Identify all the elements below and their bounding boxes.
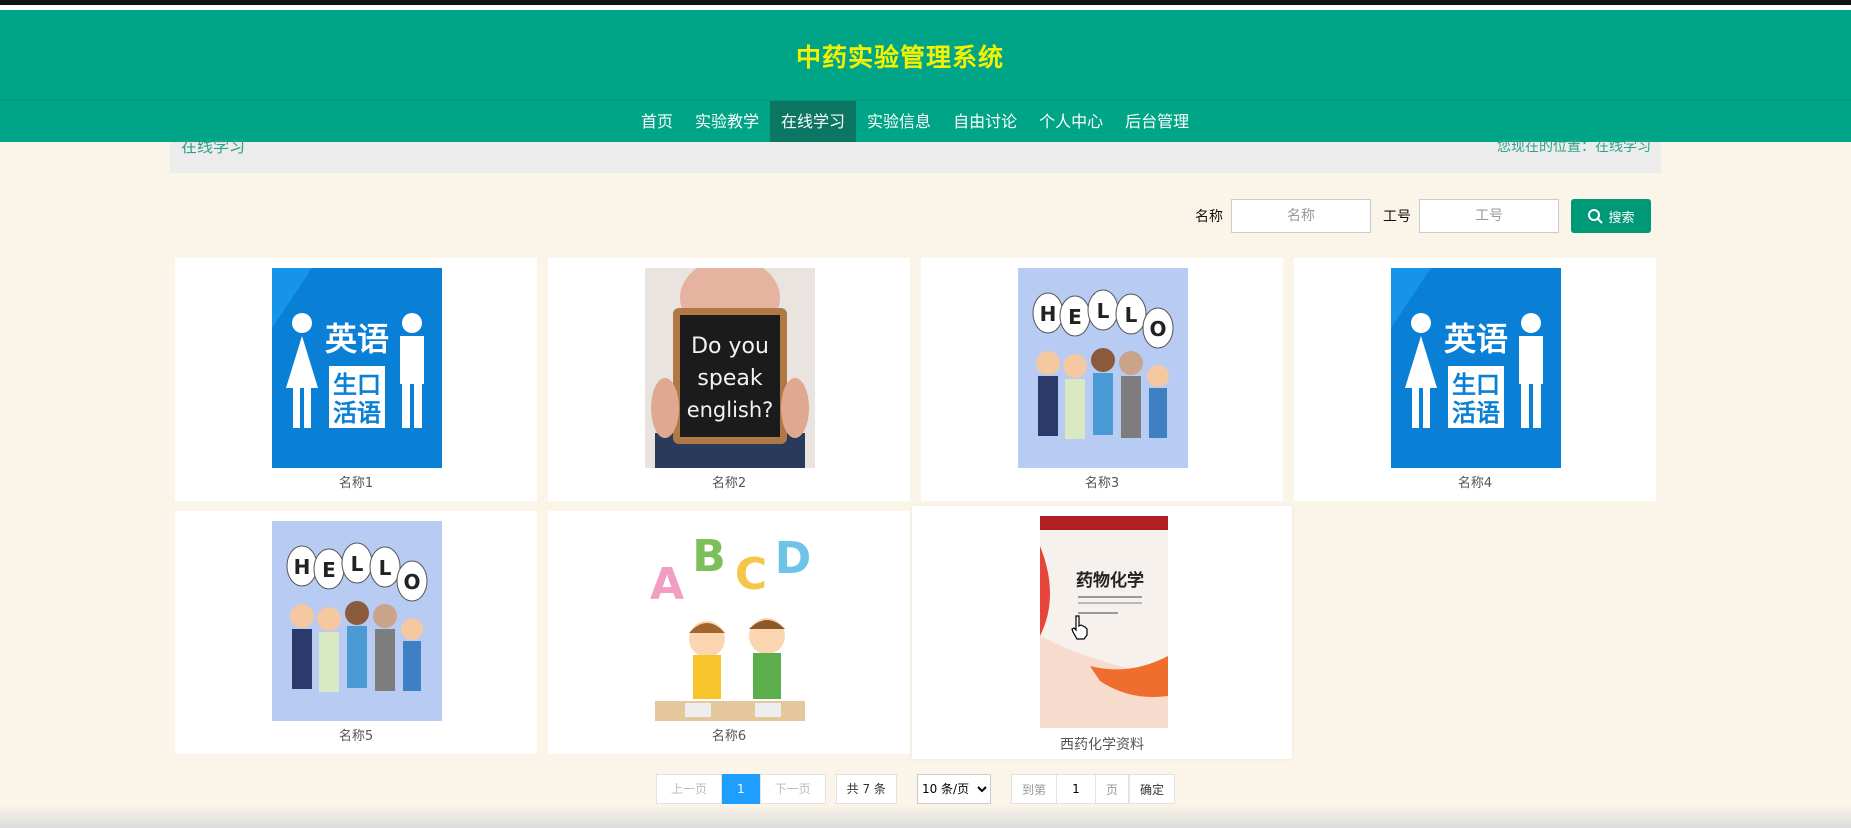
breadcrumb: 在线学习 您现在的位置：在线学习 xyxy=(170,137,1661,173)
nav-item-personal-center[interactable]: 个人中心 xyxy=(1028,101,1114,143)
main-nav: 首页 实验教学 在线学习 实验信息 自由讨论 个人中心 后台管理 xyxy=(0,100,1851,143)
svg-text:英语: 英语 xyxy=(325,320,389,358)
per-page-select[interactable]: 10 条/页 xyxy=(916,774,991,804)
english-oral-image: 英语 生口 活语 xyxy=(272,268,442,468)
svg-text:活语: 活语 xyxy=(333,399,381,427)
total-count: 共 7 条 xyxy=(835,774,897,804)
card-title: 名称6 xyxy=(711,729,747,744)
id-label: 工号 xyxy=(1383,209,1411,225)
svg-text:药物化学: 药物化学 xyxy=(1076,570,1144,591)
page-number-button[interactable]: 1 xyxy=(722,774,760,804)
course-card[interactable]: H E L L O 名称3 xyxy=(921,258,1283,501)
svg-text:Do you: Do you xyxy=(691,334,769,359)
site-header: 中药实验管理系统 xyxy=(0,10,1851,100)
course-card[interactable]: Do you speak english? 名称2 xyxy=(548,258,910,501)
goto-label: 到第 xyxy=(1021,782,1046,797)
abcd-kids-image: A B C D xyxy=(645,521,815,721)
svg-text:O: O xyxy=(1149,317,1166,341)
nav-item-admin[interactable]: 后台管理 xyxy=(1114,101,1200,143)
svg-text:D: D xyxy=(775,533,812,584)
id-search-input[interactable] xyxy=(1419,199,1559,233)
svg-text:C: C xyxy=(735,549,767,600)
window-top-edge xyxy=(0,0,1851,10)
card-title: 西药化学资料 xyxy=(1060,737,1144,753)
hello-kids-image: H E L L O xyxy=(1018,268,1188,468)
svg-text:L: L xyxy=(379,556,392,580)
svg-text:L: L xyxy=(1097,299,1110,323)
course-card[interactable]: H E L L O 名称5 xyxy=(175,511,537,754)
window-bottom-edge xyxy=(0,805,1851,828)
svg-text:B: B xyxy=(692,531,726,582)
search-bar: 名称 工号 搜索 xyxy=(1195,198,1651,234)
page-title: 在线学习 xyxy=(181,137,246,156)
nav-item-experiment-teaching[interactable]: 实验教学 xyxy=(684,101,770,143)
course-card[interactable]: 英语 生口 活语 名称1 xyxy=(175,258,537,501)
search-button-label: 搜索 xyxy=(1608,210,1635,226)
svg-text:speak: speak xyxy=(697,366,762,391)
svg-text:H: H xyxy=(294,555,311,579)
svg-text:E: E xyxy=(1068,305,1082,329)
name-search-input[interactable] xyxy=(1231,199,1371,233)
nav-item-online-learning[interactable]: 在线学习 xyxy=(770,101,857,143)
card-title: 名称2 xyxy=(711,476,747,491)
course-card[interactable]: 药物化学 西药化学资料 xyxy=(912,506,1292,759)
medicinal-chemistry-book-image: 药物化学 xyxy=(1040,516,1168,728)
nav-item-free-discussion[interactable]: 自由讨论 xyxy=(942,101,1028,143)
svg-text:生口: 生口 xyxy=(333,371,381,399)
svg-text:H: H xyxy=(1040,302,1057,326)
hand-cursor-icon xyxy=(1071,615,1088,640)
svg-text:L: L xyxy=(1125,303,1138,327)
svg-text:O: O xyxy=(403,570,420,594)
goto-page: 到第 页 xyxy=(1010,774,1129,804)
page-suffix: 页 xyxy=(1105,782,1118,797)
breadcrumb-path: 您现在的位置：在线学习 xyxy=(1497,139,1651,155)
nav-item-experiment-info[interactable]: 实验信息 xyxy=(856,101,942,143)
card-title: 名称3 xyxy=(1084,476,1120,491)
confirm-button[interactable]: 确定 xyxy=(1128,774,1175,804)
svg-text:生口: 生口 xyxy=(1452,371,1500,399)
card-title: 名称4 xyxy=(1457,476,1493,491)
course-card[interactable]: A B C D 名称6 xyxy=(548,511,910,754)
card-title: 名称5 xyxy=(338,729,374,744)
svg-text:活语: 活语 xyxy=(1452,399,1500,427)
do-you-speak-english-image: Do you speak english? xyxy=(645,268,815,468)
search-button[interactable]: 搜索 xyxy=(1571,199,1651,233)
svg-text:英语: 英语 xyxy=(1444,320,1508,358)
english-oral-image: 英语 生口 活语 xyxy=(1391,268,1561,468)
nav-item-home[interactable]: 首页 xyxy=(630,101,684,143)
course-card[interactable]: 英语 生口 活语 名称4 xyxy=(1294,258,1656,501)
card-title: 名称1 xyxy=(338,476,374,491)
svg-text:A: A xyxy=(650,559,684,610)
next-page-button[interactable]: 下一页 xyxy=(759,774,826,804)
search-icon xyxy=(1588,209,1604,224)
svg-text:english?: english? xyxy=(687,398,774,422)
site-title: 中药实验管理系统 xyxy=(795,43,1004,72)
svg-text:L: L xyxy=(351,552,364,576)
hello-kids-image: H E L L O xyxy=(272,521,442,721)
svg-text:E: E xyxy=(322,558,336,582)
pagination: 上一页 1 下一页 共 7 条 10 条/页 到第 页 确定 xyxy=(656,774,1175,804)
prev-page-button[interactable]: 上一页 xyxy=(656,774,723,804)
goto-page-input[interactable] xyxy=(1055,775,1096,803)
name-label: 名称 xyxy=(1195,209,1223,225)
